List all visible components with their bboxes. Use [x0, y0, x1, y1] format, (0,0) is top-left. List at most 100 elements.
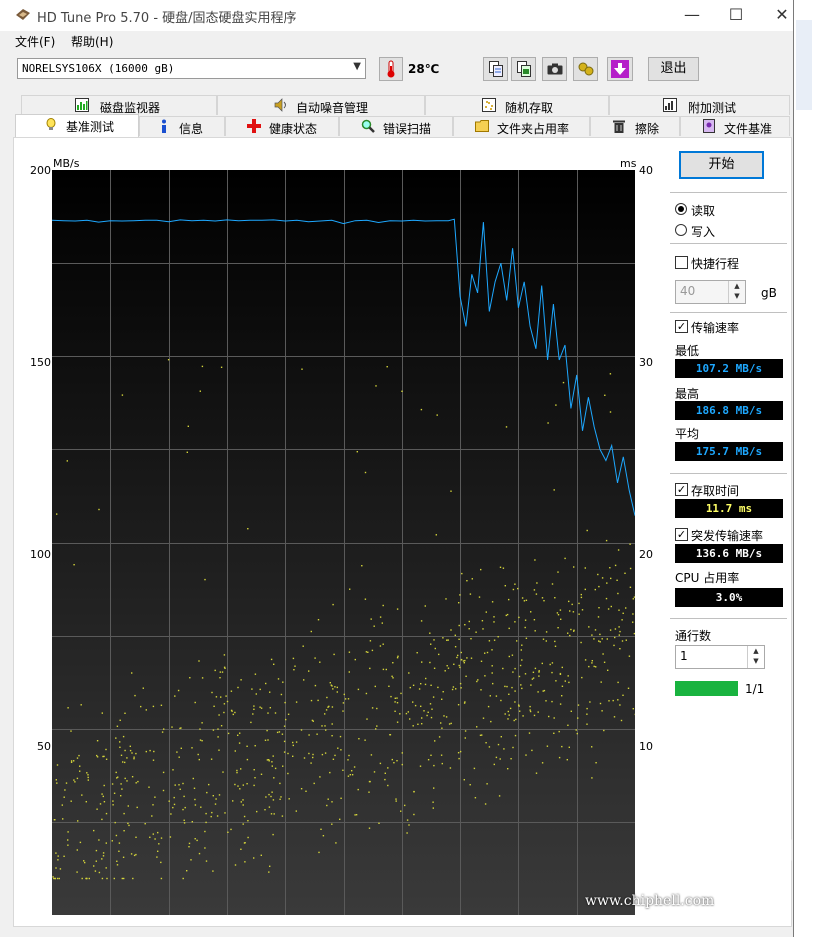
access-time-point: [158, 843, 160, 845]
access-time-point: [486, 783, 488, 785]
tab-error-scan[interactable]: 错误扫描: [339, 116, 453, 136]
spinner-arrows-icon[interactable]: ▲ ▼: [747, 646, 764, 668]
access-time-point: [628, 655, 631, 657]
access-time-point: [331, 823, 333, 825]
screenshot-button[interactable]: [542, 57, 567, 81]
access-time-point: [111, 783, 114, 785]
access-time-point: [127, 805, 129, 807]
access-time-point: [319, 661, 321, 663]
access-time-point: [349, 588, 351, 590]
access-time-point: [369, 640, 372, 642]
access-time-point: [54, 819, 56, 821]
access-time-point: [394, 697, 396, 699]
minimize-button[interactable]: —: [677, 4, 707, 26]
tab-random-access[interactable]: 随机存取: [425, 95, 609, 115]
access-time-point: [171, 726, 173, 728]
chevron-down-icon: ▼: [353, 61, 361, 72]
access-time-point: [77, 820, 79, 822]
access-time-point: [622, 612, 624, 614]
access-time-point: [310, 699, 313, 702]
access-time-point: [356, 451, 358, 453]
access-time-point: [234, 783, 236, 786]
tab-health[interactable]: 健康状态: [225, 116, 339, 136]
access-time-point: [287, 713, 290, 715]
start-button[interactable]: 开始: [679, 151, 764, 179]
access-time-point: [214, 803, 217, 805]
access-time-point: [135, 836, 137, 838]
save-button[interactable]: [607, 57, 633, 81]
access-time-point: [280, 693, 283, 696]
temperature-button[interactable]: [379, 57, 403, 81]
write-radio[interactable]: [675, 224, 687, 236]
tab-label: 信息: [179, 122, 204, 136]
menu-file[interactable]: 文件(F): [15, 33, 55, 50]
read-radio[interactable]: [675, 203, 687, 215]
burst-rate-checkbox[interactable]: ✓: [675, 528, 688, 541]
access-time-point: [295, 741, 298, 743]
access-time-point: [485, 611, 487, 613]
access-time-point: [561, 666, 563, 669]
access-time-point: [442, 637, 444, 639]
access-time-point: [406, 819, 409, 821]
access-time-point: [379, 645, 382, 647]
short-stroke-checkbox[interactable]: [675, 256, 688, 269]
access-time-point: [93, 865, 95, 867]
access-time-point: [115, 834, 118, 837]
tab-erase[interactable]: 擦除: [590, 116, 680, 136]
access-time-point: [123, 877, 125, 880]
tab-file-benchmark[interactable]: 文件基准: [680, 116, 790, 136]
access-time-value: 11.7 ms: [675, 499, 783, 518]
access-time-point: [602, 653, 604, 655]
exit-button[interactable]: 退出: [648, 57, 699, 81]
access-time-point: [606, 582, 608, 584]
access-time-point: [230, 828, 232, 831]
access-time-point: [194, 798, 196, 801]
access-time-checkbox[interactable]: ✓: [675, 483, 688, 496]
access-time-point: [223, 711, 225, 714]
access-time-point: [254, 777, 256, 779]
access-time-point: [366, 718, 368, 720]
access-time-point: [617, 699, 619, 701]
access-time-point: [492, 682, 494, 685]
access-time-point: [543, 600, 545, 602]
close-button[interactable]: ✕: [767, 4, 797, 26]
spinner-arrows-icon[interactable]: ▲ ▼: [728, 281, 745, 303]
access-time-point: [283, 725, 286, 727]
options-button[interactable]: [573, 57, 598, 81]
access-time-point: [210, 758, 213, 760]
access-time-point: [404, 804, 406, 807]
access-time-point: [512, 746, 514, 749]
copy-text-button[interactable]: [483, 57, 508, 81]
access-time-point: [473, 767, 476, 770]
access-time-point: [267, 739, 269, 741]
copy-screenshot-button[interactable]: [511, 57, 536, 81]
access-time-point: [567, 724, 569, 726]
access-time-point: [464, 659, 466, 662]
tab-benchmark[interactable]: 基准测试: [15, 114, 139, 138]
menu-bar: [0, 31, 793, 51]
access-time-point: [514, 621, 516, 623]
access-time-point: [56, 764, 59, 766]
menu-help[interactable]: 帮助(H): [71, 33, 113, 50]
access-time-point: [617, 681, 619, 684]
access-time-point: [394, 701, 396, 703]
access-time-point: [268, 793, 270, 796]
tab-disk-monitor[interactable]: 磁盘监视器: [21, 95, 217, 115]
maximize-button[interactable]: ☐: [721, 4, 751, 26]
access-time-point: [103, 784, 105, 787]
app-icon: [16, 9, 30, 20]
tab-info[interactable]: 信息: [139, 116, 225, 136]
benchmark-chart: [52, 170, 635, 915]
drive-select[interactable]: NORELSYS106X (16000 gB) ▼: [17, 58, 366, 79]
tab-folder-usage[interactable]: 文件夹占用率: [453, 116, 590, 136]
file-benchmark-icon: [703, 119, 715, 133]
access-time-point: [430, 716, 433, 719]
short-stroke-spinner[interactable]: 40 ▲ ▼: [675, 280, 746, 304]
access-time-point: [521, 597, 524, 599]
tab-aam[interactable]: 自动噪音管理: [217, 95, 425, 115]
passes-spinner[interactable]: 1 ▲ ▼: [675, 645, 765, 669]
transfer-rate-checkbox[interactable]: ✓: [675, 320, 688, 333]
access-time-point: [633, 596, 635, 598]
tab-extra-tests[interactable]: 附加测试: [609, 95, 790, 115]
access-time-point: [531, 749, 533, 752]
